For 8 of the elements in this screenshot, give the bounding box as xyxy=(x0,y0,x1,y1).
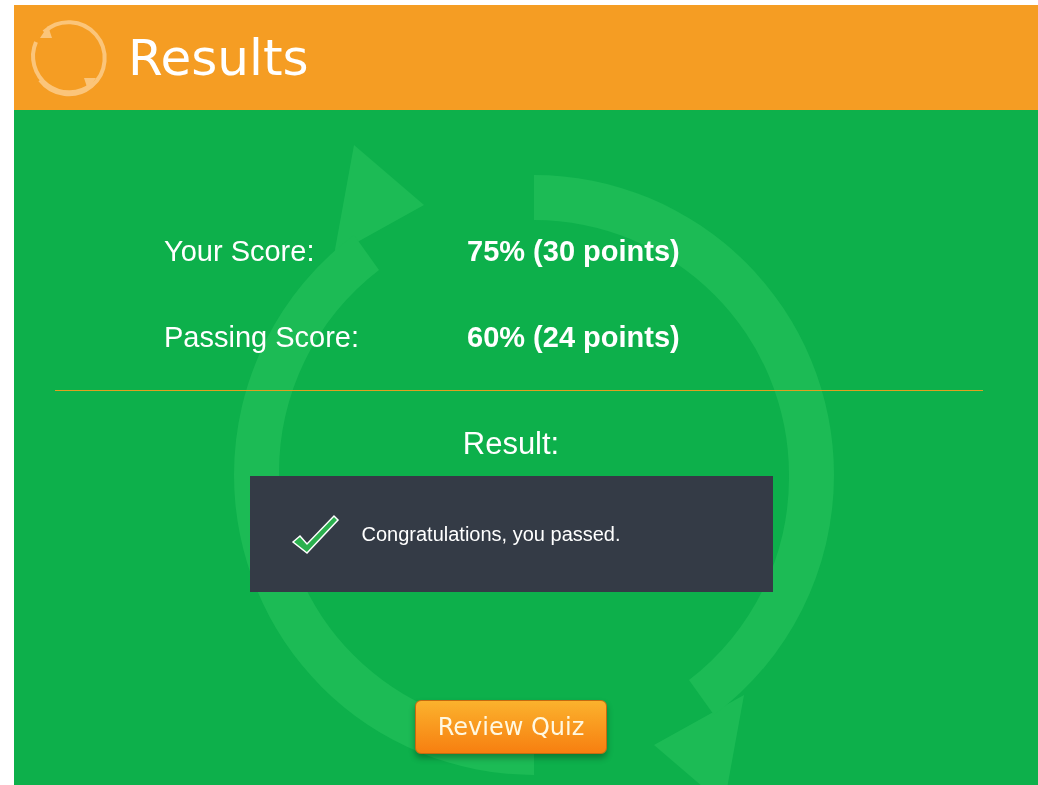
score-label: Passing Score: xyxy=(163,320,361,356)
result-label: Result: xyxy=(462,425,560,463)
review-quiz-button[interactable]: Review Quiz xyxy=(414,699,608,754)
score-label: Your Score: xyxy=(163,234,316,270)
page-title: Results xyxy=(128,32,309,83)
result-message: Congratulations, you passed. xyxy=(361,521,621,547)
score-value: 60% (24 points) xyxy=(467,320,681,356)
score-value: 75% (30 points) xyxy=(467,234,681,270)
